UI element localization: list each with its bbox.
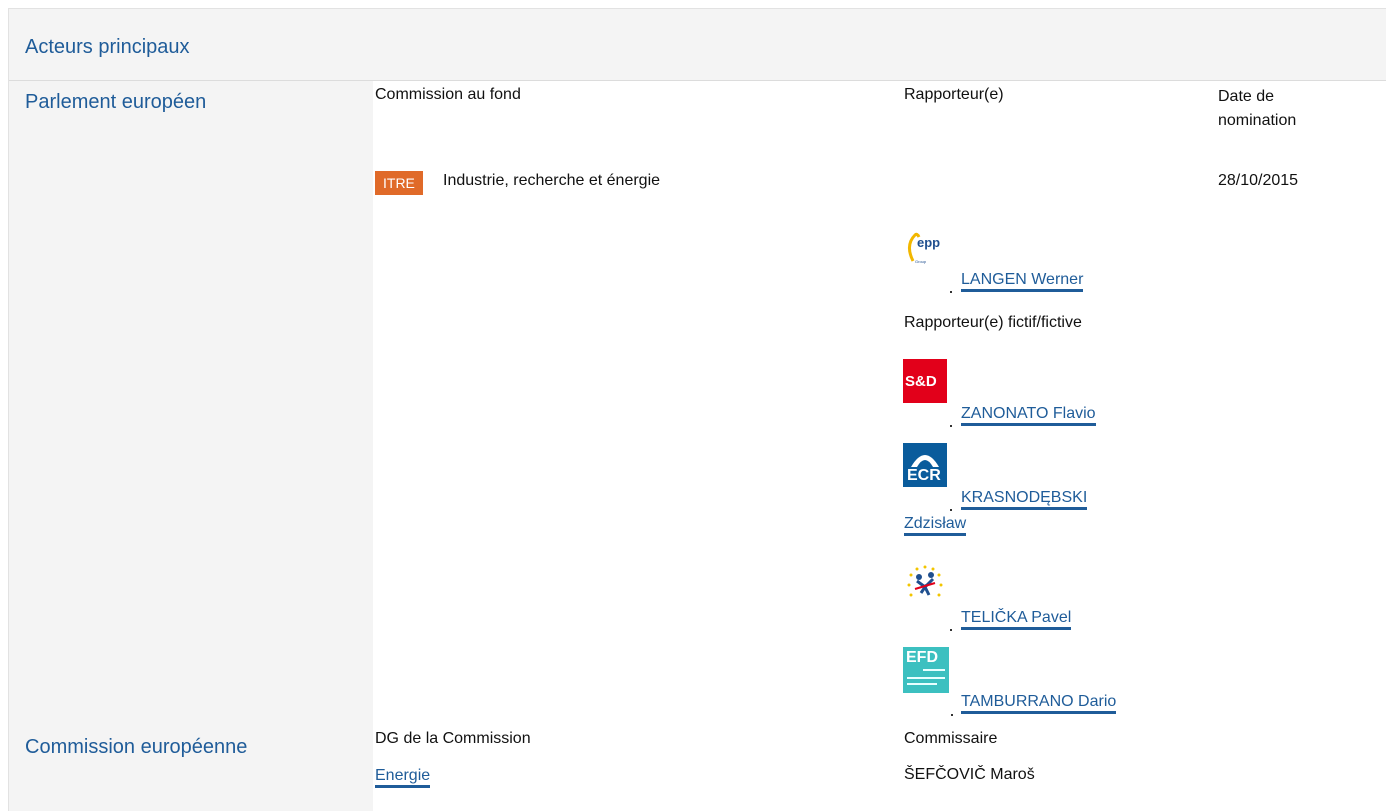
shadow-rapporteur-link-continuation[interactable]: Zdzisław (904, 515, 967, 536)
svg-text:epp: epp (917, 235, 940, 250)
dg-link[interactable]: Energie (375, 767, 431, 788)
section-title: Acteurs principaux (25, 36, 190, 58)
actors-content: Commission au fond Rapporteur(e) Date de… (373, 81, 1386, 811)
col-rapporteur-header: Rapporteur(e) (904, 86, 1004, 103)
nomination-date: 28/10/2015 (1218, 172, 1299, 189)
shadow-rapporteur-link[interactable]: TELIČKA Pavel (961, 609, 1072, 630)
commission-label: Commission européenne (25, 736, 248, 758)
section-header: Acteurs principaux (9, 9, 1386, 81)
ecr-logo-icon: ECR (903, 443, 947, 487)
shadow-rapporteur-label: Rapporteur(e) fictif/fictive (904, 314, 1082, 331)
committee-badge: ITRE (375, 171, 423, 195)
main-actors-panel: Acteurs principaux Parlement européen Co… (8, 8, 1386, 811)
shadow-rapporteur-link[interactable]: TAMBURRANO Dario (961, 693, 1117, 714)
committee-name: Industrie, recherche et énergie (443, 172, 661, 189)
svg-text:Group: Group (915, 259, 927, 264)
sd-logo-icon: S&D (903, 359, 947, 403)
efd-logo-icon: EFD (903, 647, 949, 693)
col-dg-header: DG de la Commission (375, 730, 531, 747)
shadow-rapporteur-link[interactable]: KRASNODĘBSKI (961, 489, 1088, 510)
col-date-header: Date de nomination (1218, 88, 1297, 129)
parliament-label: Parlement européen (25, 91, 207, 113)
col-committee-header: Commission au fond (375, 86, 521, 103)
rapporteur-link[interactable]: LANGEN Werner (961, 271, 1084, 292)
commissioner-name: ŠEFČOVIČ Maroš (904, 766, 1035, 783)
col-commissioner-header: Commissaire (904, 730, 998, 747)
shadow-rapporteur-link[interactable]: ZANONATO Flavio (961, 405, 1096, 426)
epp-logo-icon: epp Group (903, 225, 947, 269)
alde-logo-icon (903, 563, 947, 607)
